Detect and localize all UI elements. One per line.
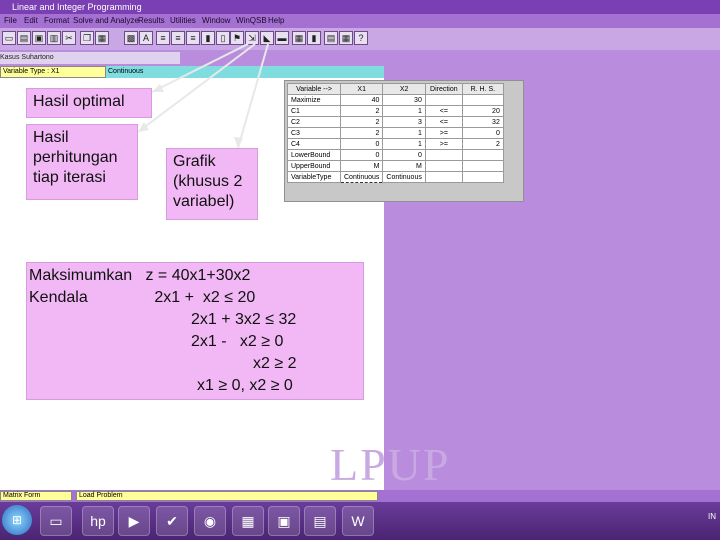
constraint-line: Kendala 2x1 + x2 ≤ 20 [29, 289, 256, 306]
network-icon[interactable]: ▦ [232, 506, 264, 536]
winqsb-icon[interactable]: ▤ [304, 506, 336, 536]
arrow-head [234, 137, 243, 148]
arrow-iteration [137, 43, 256, 133]
status-message: Load Problem [76, 491, 378, 501]
word-icon[interactable]: W [342, 506, 374, 536]
callout-iteration: Hasil perhitungan tiap iterasi [26, 124, 138, 200]
powerpoint-icon[interactable]: ▣ [268, 506, 300, 536]
media-player-icon[interactable]: ▶ [118, 506, 150, 536]
watermark: LPUP [330, 439, 451, 490]
language-indicator[interactable]: IN [708, 512, 716, 521]
arrow-graph [237, 43, 269, 149]
status-mode: Matrix Form [0, 491, 72, 501]
status-bar: Matrix Form Load Problem [0, 490, 720, 502]
callout-graph: Grafik (khusus 2 variabel) [166, 148, 258, 220]
tasks-icon[interactable]: ✔ [156, 506, 188, 536]
callout-optimal: Hasil optimal [26, 88, 152, 118]
constraint-line: 2x1 - x2 ≥ 0 [191, 333, 284, 350]
nonnegativity-line: x1 ≥ 0, x2 ≥ 0 [197, 377, 293, 394]
constraint-line: x2 ≥ 2 [253, 355, 297, 372]
taskbar: ⊞ ▭ hp ▶ ✔ ◉ ▦ ▣ ▤ W IN [0, 502, 720, 540]
hp-icon[interactable]: hp [82, 506, 114, 536]
start-button[interactable]: ⊞ [2, 505, 32, 535]
constraint-line: 2x1 + 3x2 ≤ 32 [191, 311, 297, 328]
arrow-head [138, 122, 149, 132]
objective-line: Maksimumkan z = 40x1+30x2 [29, 267, 251, 284]
firefox-icon[interactable]: ◉ [194, 506, 226, 536]
file-explorer-icon[interactable]: ▭ [40, 506, 72, 536]
model-box: Maksimumkan z = 40x1+30x2 Kendala 2x1 + … [26, 262, 364, 400]
